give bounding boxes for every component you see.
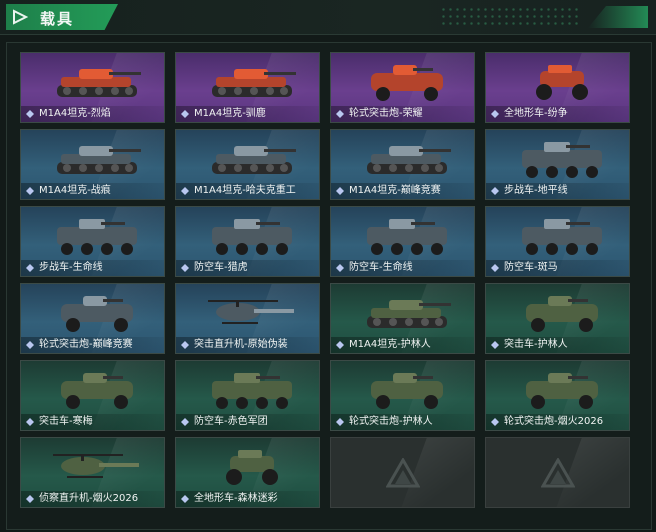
- vehicle-card[interactable]: 侦察直升机-烟火2026: [20, 437, 165, 508]
- empty-vehicle-slot: [330, 437, 475, 508]
- heli-vehicle-icon: [53, 454, 139, 478]
- vehicle-card[interactable]: 轮式突击炮-护林人: [330, 360, 475, 431]
- vehicle-card[interactable]: 防空车-生命线: [330, 206, 475, 277]
- diamond-icon: [336, 341, 344, 349]
- ifv-vehicle-icon: [522, 219, 602, 255]
- diamond-icon: [336, 264, 344, 272]
- vehicle-card[interactable]: M1A4坦克-驯鹿: [175, 52, 320, 123]
- vehicle-name: 全地形车-纷争: [504, 108, 568, 119]
- vehicle-card[interactable]: 防空车-赤色军团: [175, 360, 320, 431]
- diamond-icon: [26, 495, 34, 503]
- ifv-vehicle-icon: [522, 142, 602, 178]
- diamond-icon: [336, 418, 344, 426]
- vehicle-name: 步战车-地平线: [504, 185, 568, 196]
- vehicle-card[interactable]: 防空车-猎虎: [175, 206, 320, 277]
- vehicle-name: M1A4坦克-巅峰竞赛: [349, 185, 441, 196]
- diamond-icon: [26, 264, 34, 272]
- vehicle-card[interactable]: M1A4坦克-护林人: [330, 283, 475, 354]
- vehicle-card[interactable]: M1A4坦克-烈焰: [20, 52, 165, 123]
- vehicle-name: 突击直升机-原始伪装: [194, 339, 288, 350]
- diamond-icon: [181, 264, 189, 272]
- vehicle-name: 轮式突击炮-巅峰竞赛: [39, 339, 133, 350]
- diamond-icon: [26, 187, 34, 195]
- vehicle-card[interactable]: 轮式突击炮-烟火2026: [485, 360, 630, 431]
- panel-title: 载具: [40, 10, 75, 28]
- vehicle-name: 防空车-猎虎: [194, 262, 248, 273]
- diamond-icon: [336, 110, 344, 118]
- vehicle-card[interactable]: 轮式突击炮-巅峰竞赛: [20, 283, 165, 354]
- diamond-icon: [26, 418, 34, 426]
- diamond-icon: [181, 341, 189, 349]
- diamond-icon: [181, 495, 189, 503]
- vehicle-name: M1A4坦克-烈焰: [39, 108, 111, 119]
- diamond-icon: [336, 187, 344, 195]
- diamond-icon: [181, 418, 189, 426]
- vehicle-card[interactable]: 全地形车-森林迷彩: [175, 437, 320, 508]
- vehicle-name: 防空车-生命线: [349, 262, 413, 273]
- vehicle-name: 步战车-生命线: [39, 262, 103, 273]
- diamond-icon: [181, 110, 189, 118]
- vehicle-name: 轮式突击炮-荣耀: [349, 108, 423, 119]
- vehicle-name: 防空车-赤色军团: [194, 416, 268, 427]
- header-dot-pattern: [440, 6, 580, 28]
- tank-vehicle-icon: [367, 146, 451, 174]
- play-triangle-icon: [13, 9, 28, 25]
- vehicle-card[interactable]: M1A4坦克-巅峰竞赛: [330, 129, 475, 200]
- vehicle-card[interactable]: M1A4坦克-战痕: [20, 129, 165, 200]
- ifv-vehicle-icon: [57, 219, 137, 255]
- vehicle-name: 突击车-护林人: [504, 339, 568, 350]
- ifv-vehicle-icon: [212, 373, 292, 409]
- vehicle-card[interactable]: M1A4坦克-哈夫克重工: [175, 129, 320, 200]
- vehicle-name: 突击车-寒梅: [39, 416, 93, 427]
- vehicle-name: M1A4坦克-驯鹿: [194, 108, 266, 119]
- vehicle-name: M1A4坦克-哈夫克重工: [194, 185, 296, 196]
- diamond-icon: [491, 110, 499, 118]
- vehicle-name: M1A4坦克-护林人: [349, 339, 431, 350]
- atv-vehicle-icon: [536, 65, 588, 100]
- vehicle-card[interactable]: 突击直升机-原始伪装: [175, 283, 320, 354]
- vehicle-card[interactable]: 轮式突击炮-荣耀: [330, 52, 475, 123]
- header-corner-accent: [588, 6, 648, 28]
- diamond-icon: [491, 264, 499, 272]
- vehicle-name: 防空车-斑马: [504, 262, 558, 273]
- logo-icon: [540, 457, 575, 487]
- diamond-icon: [26, 110, 34, 118]
- wheeled-vehicle-icon: [371, 373, 443, 409]
- logo-icon: [385, 457, 420, 487]
- empty-vehicle-slot: [485, 437, 630, 508]
- diamond-icon: [181, 187, 189, 195]
- atv-vehicle-icon: [226, 450, 278, 485]
- vehicle-card[interactable]: 全地形车-纷争: [485, 52, 630, 123]
- diamond-icon: [26, 341, 34, 349]
- vehicle-card[interactable]: 突击车-护林人: [485, 283, 630, 354]
- heli-vehicle-icon: [208, 300, 294, 324]
- vehicle-card[interactable]: 防空车-斑马: [485, 206, 630, 277]
- diamond-icon: [491, 341, 499, 349]
- tank-vehicle-icon: [367, 300, 451, 328]
- vehicle-name: 轮式突击炮-烟火2026: [504, 416, 604, 427]
- vehicle-name: M1A4坦克-战痕: [39, 185, 111, 196]
- wheeled-vehicle-icon: [61, 296, 133, 332]
- ifv-vehicle-icon: [212, 219, 292, 255]
- diamond-icon: [491, 187, 499, 195]
- vehicle-name: 轮式突击炮-护林人: [349, 416, 433, 427]
- vehicle-card[interactable]: 步战车-地平线: [485, 129, 630, 200]
- wheeled-vehicle-icon: [371, 65, 443, 101]
- tank-vehicle-icon: [212, 69, 296, 97]
- tank-vehicle-icon: [212, 146, 296, 174]
- wheeled-vehicle-icon: [526, 296, 598, 332]
- tank-vehicle-icon: [57, 146, 141, 174]
- vehicle-card[interactable]: 突击车-寒梅: [20, 360, 165, 431]
- vehicle-name: 侦察直升机-烟火2026: [39, 493, 139, 504]
- ifv-vehicle-icon: [367, 219, 447, 255]
- vehicle-card[interactable]: 步战车-生命线: [20, 206, 165, 277]
- tank-vehicle-icon: [57, 69, 141, 97]
- wheeled-vehicle-icon: [526, 373, 598, 409]
- panel-header: 载具: [0, 0, 656, 35]
- wheeled-vehicle-icon: [61, 373, 133, 409]
- diamond-icon: [491, 418, 499, 426]
- vehicle-grid: M1A4坦克-烈焰 M1A4坦克-驯鹿 轮式突击炮-荣耀 全地形车-纷争 M1A…: [20, 52, 632, 518]
- vehicle-panel: 载具 M1A4坦克-烈焰 M1A4坦克-驯鹿 轮式突击炮-荣耀 全地形车-纷争 …: [0, 0, 656, 532]
- vehicle-name: 全地形车-森林迷彩: [194, 493, 278, 504]
